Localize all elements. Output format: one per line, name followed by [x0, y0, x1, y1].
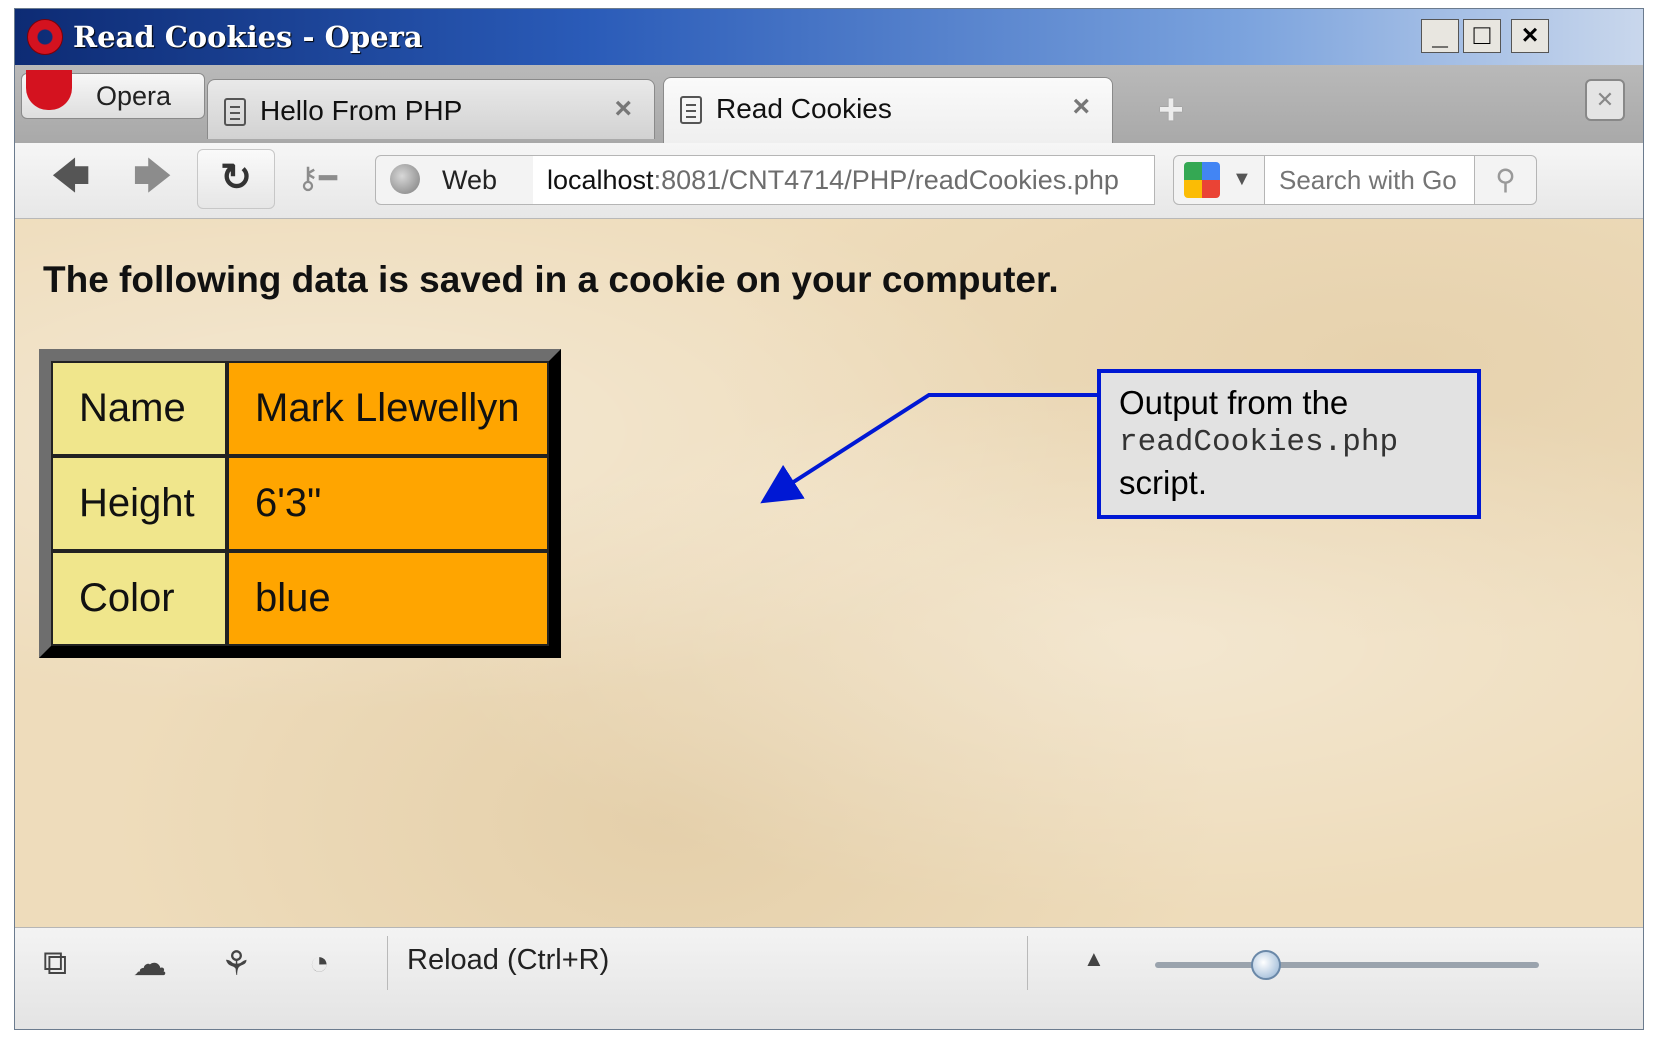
- zoom-slider-handle[interactable]: [1251, 950, 1282, 980]
- annotation-callout: Output from the readCookies.php script.: [1097, 369, 1481, 519]
- forward-icon[interactable]: 🡆: [133, 157, 172, 197]
- cookie-value: Mark Llewellyn: [227, 361, 549, 456]
- status-text: Reload (Ctrl+R): [407, 944, 610, 976]
- cookie-key: Height: [51, 456, 227, 551]
- address-bar[interactable]: localhost:8081/CNT4714/PHP/readCookies.p…: [533, 155, 1155, 205]
- callout-line: Output from the: [1119, 384, 1349, 421]
- web-label: Web: [442, 165, 498, 195]
- cookie-table: Name Mark Llewellyn Height 6'3" Color bl…: [39, 349, 561, 658]
- opera-logo-icon: [27, 19, 63, 55]
- unite-icon[interactable]: ⚘: [221, 944, 251, 984]
- navigation-toolbar: 🡄 🡆 ↻ ⚷━ Web localhost:8081/CNT4714/PHP/…: [15, 143, 1643, 219]
- tab-close-icon[interactable]: ×: [1072, 90, 1090, 124]
- search-icon[interactable]: ⚲: [1475, 155, 1537, 205]
- google-icon: [1184, 162, 1220, 198]
- search-input[interactable]: [1265, 155, 1475, 205]
- speed-dial-icon[interactable]: ◔: [309, 944, 330, 983]
- back-icon[interactable]: 🡄: [51, 157, 90, 197]
- new-tab-icon[interactable]: +: [1153, 88, 1189, 132]
- tab-strip: Opera Hello From PHP × Read Cookies × + …: [15, 65, 1643, 143]
- chevron-down-icon: ▼: [1232, 168, 1252, 190]
- closed-tabs-icon[interactable]: ✕: [1585, 79, 1625, 121]
- document-icon: [680, 96, 702, 124]
- maximize-button[interactable]: □: [1463, 19, 1501, 53]
- opera-menu-button[interactable]: Opera: [21, 70, 205, 119]
- tab-close-icon[interactable]: ×: [614, 92, 632, 126]
- page-heading: The following data is saved in a cookie …: [43, 259, 1059, 300]
- address-host: localhost: [547, 165, 654, 195]
- tab-hello-from-php[interactable]: Hello From PHP ×: [207, 79, 655, 139]
- globe-icon: [390, 164, 420, 194]
- table-row: Color blue: [51, 551, 549, 646]
- reload-button[interactable]: ↻: [197, 149, 275, 209]
- address-path: :8081/CNT4714/PHP/readCookies.php: [653, 165, 1119, 195]
- divider: [1027, 936, 1028, 990]
- reload-icon: ↻: [220, 157, 252, 199]
- zoom-menu-icon[interactable]: ▲: [1083, 946, 1105, 972]
- cookie-value: blue: [227, 551, 549, 646]
- divider: [387, 936, 388, 990]
- cloud-icon[interactable]: ☁: [133, 944, 167, 984]
- search-engine-selector[interactable]: ▼: [1173, 155, 1265, 205]
- close-window-button[interactable]: ×: [1511, 19, 1549, 53]
- key-icon[interactable]: ⚷━: [297, 161, 337, 196]
- panel-toggle-icon[interactable]: ⧉: [43, 944, 67, 983]
- page-content: The following data is saved in a cookie …: [15, 219, 1643, 927]
- opera-logo-icon: [26, 70, 72, 110]
- status-bar: ⧉ ☁ ⚘ ◔ Reload (Ctrl+R) ▲: [15, 927, 1643, 1029]
- callout-filename: readCookies.php: [1119, 425, 1399, 460]
- cookie-key: Color: [51, 551, 227, 646]
- document-icon: [224, 98, 246, 126]
- site-info-button[interactable]: Web: [375, 155, 535, 205]
- table-row: Name Mark Llewellyn: [51, 361, 549, 456]
- zoom-slider[interactable]: [1155, 962, 1539, 968]
- browser-window: Read Cookies - Opera _ □ × Opera Hello F…: [14, 8, 1644, 1030]
- callout-line: script.: [1119, 464, 1208, 501]
- cookie-value: 6'3": [227, 456, 549, 551]
- cookie-key: Name: [51, 361, 227, 456]
- opera-menu-label: Opera: [96, 81, 172, 111]
- table-row: Height 6'3": [51, 456, 549, 551]
- title-bar: Read Cookies - Opera _ □ ×: [15, 9, 1643, 65]
- tab-label: Read Cookies: [716, 93, 892, 124]
- window-title: Read Cookies - Opera: [73, 20, 423, 54]
- minimize-button[interactable]: _: [1421, 19, 1459, 53]
- tab-label: Hello From PHP: [260, 95, 463, 126]
- tab-read-cookies[interactable]: Read Cookies ×: [663, 77, 1113, 143]
